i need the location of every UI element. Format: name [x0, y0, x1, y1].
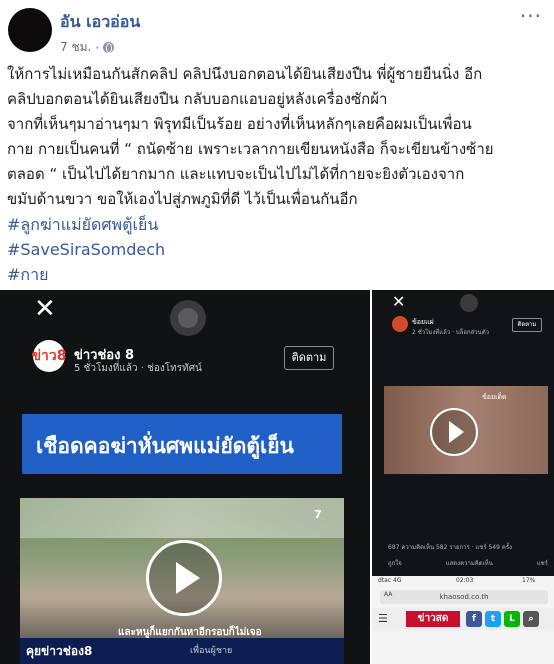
post-media: ✕ ข่าว8 ข่าวช่อง 8 5 ชั่วโมงที่แล้ว · ช่… [0, 290, 554, 664]
meta-separator: · [95, 40, 100, 55]
comment-action: แสดงความคิดเห็น [445, 560, 493, 567]
channel7-logo-icon: 7 [314, 508, 322, 521]
menu-icon: ☰ [378, 612, 388, 625]
channel-subtitle: 5 ชั่วโมงที่แล้ว · ช่องโทรทัศน์ [74, 363, 202, 374]
post-line: จากที่เห็นๆมาอ่านๆมา พิรุทมีเป็นร้อย อย่… [7, 115, 472, 133]
status-battery: 17% [522, 577, 536, 584]
author-name[interactable]: อัน เอวอ่อน [60, 10, 140, 35]
post-header: อัน เอวอ่อน 7 ชม. · ··· [0, 0, 554, 60]
site-logo: ข่าวสด [406, 611, 460, 627]
video-screenshot-right[interactable]: ✕ ข้อยแผ่ 2 ชั่วโมงที่แล้ว · บล็อกส่วนตั… [372, 290, 554, 664]
banner-title: เชือดคอฆ่าหั่นศพแม่ยัดตู้เย็น [36, 434, 294, 458]
page-avatar [392, 316, 408, 332]
video-screenshot-left[interactable]: ✕ ข่าว8 ข่าวช่อง 8 5 ชั่วโมงที่แล้ว · ช่… [0, 290, 370, 664]
post-line: ขมับด้านขวา ขอให้เองไปสู่ภพภูมิที่ดี ไว้… [7, 190, 358, 208]
facebook-icon: f [466, 611, 482, 627]
record-icon [170, 300, 206, 336]
url-bar: khaosod.co.th [380, 590, 548, 604]
more-options-icon[interactable]: ··· [520, 4, 542, 28]
like-action: ถูกใจ [388, 560, 402, 567]
ticker-logo: คุยข่าวช่อง8 [26, 644, 93, 658]
post-line: ตลอด “ เป็นไปได้ยากมาก และแทบจะเป็นไปไม่… [7, 165, 465, 183]
status-time: 02:03 [456, 577, 474, 584]
share-action: แชร์ [536, 560, 548, 567]
close-icon: ✕ [392, 292, 406, 311]
line-icon: L [504, 611, 520, 627]
reaction-stats: 687 ความคิดเห็น 582 รายการ · แชร์ 549 คร… [388, 544, 512, 551]
follow-button: ติดตาม [284, 346, 334, 370]
action-bar: ถูกใจ แสดงความคิดเห็น แชร์ [388, 558, 548, 568]
hashtag-link[interactable]: #กาย [7, 262, 552, 287]
post-line: ให้การไม่เหมือนกันสักคลิป คลิปนึงบอกตอนไ… [7, 65, 483, 83]
post-body: ให้การไม่เหมือนกันสักคลิป คลิปนึงบอกตอนไ… [7, 62, 552, 287]
hashtag-link[interactable]: #ลูกฆ่าแม่ยัดศพตู้เย็น [7, 212, 552, 237]
post-line: คลิปบอกตอนได้ยินเสียงปืน กลับบอกแอบอยู่ห… [7, 90, 388, 108]
play-icon [430, 408, 478, 456]
hashtag-link[interactable]: #SaveSiraSomdech [7, 237, 552, 262]
post-line: กาย กายเป็นคนที่ “ ถนัดซ้าย เพราะเวลากาย… [7, 140, 494, 158]
video-overlay-text: ข้อยเด็ด [482, 393, 507, 401]
post-time[interactable]: 7 ชม. [60, 38, 91, 57]
play-icon [146, 540, 222, 616]
post-meta: 7 ชม. · [60, 38, 115, 57]
page-subtitle: 2 ชั่วโมงที่แล้ว · บล็อกส่วนตัว [412, 329, 489, 336]
reader-aa: AA [384, 591, 393, 598]
ticker-subtitle: เพื่อนผู้ชาย [190, 646, 233, 656]
search-icon: ⌕ [523, 611, 539, 627]
record-icon [460, 294, 478, 312]
twitter-icon: t [485, 611, 501, 627]
follow-button: ติดตาม [512, 318, 542, 332]
status-carrier: dtac 4G [378, 577, 402, 584]
video-frame-sky [20, 498, 344, 538]
close-icon: ✕ [34, 294, 56, 324]
author-avatar[interactable] [8, 8, 52, 52]
channel-logo: ข่าว8 [31, 340, 67, 372]
globe-icon [103, 42, 115, 53]
